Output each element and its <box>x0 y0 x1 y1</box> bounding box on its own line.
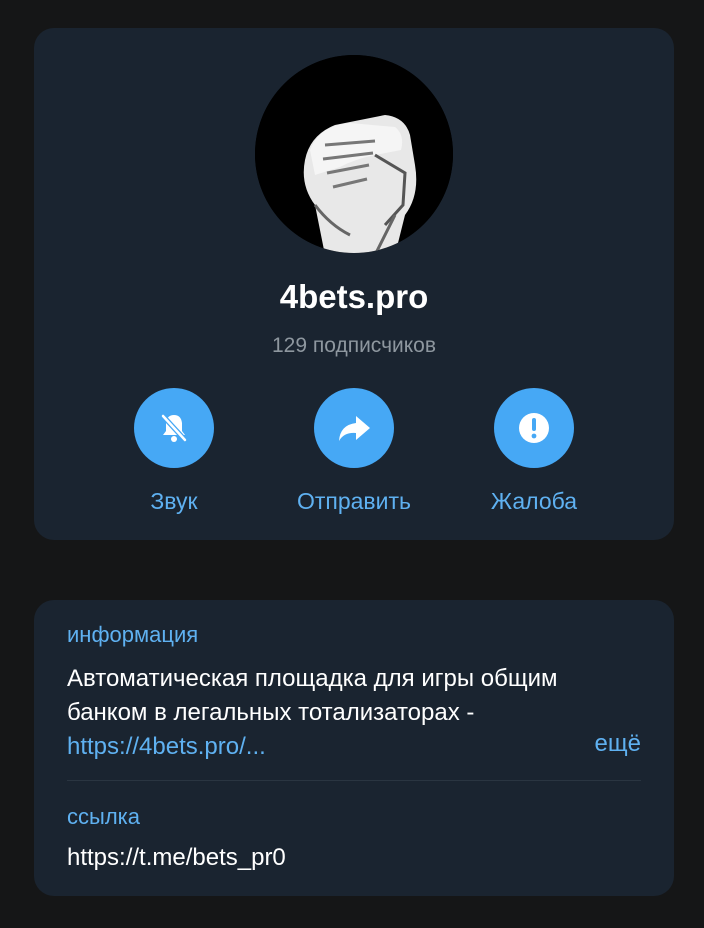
arm-wrestling-hands-icon <box>255 55 453 253</box>
share-arrow-icon <box>339 416 370 441</box>
bell-muted-icon <box>160 413 188 443</box>
share-button-circle[interactable] <box>314 388 394 468</box>
channel-link[interactable]: https://t.me/bets_pr0 <box>67 844 286 872</box>
description-link[interactable]: https://4bets.pro/... <box>67 733 266 760</box>
info-section-label: информация <box>67 622 199 647</box>
channel-description: Автоматическая площадка для игры общим б… <box>67 662 627 764</box>
description-text: Автоматическая площадка для игры общим б… <box>67 665 558 726</box>
share-button-label: Отправить <box>296 488 412 514</box>
channel-avatar[interactable] <box>255 55 453 253</box>
report-button[interactable]: Жалоба <box>444 388 624 515</box>
section-divider <box>67 780 641 781</box>
report-button-circle[interactable] <box>494 388 574 468</box>
channel-profile-card: 4bets.pro 129 подписчиков Звук Отправить <box>34 28 674 540</box>
exclamation-icon <box>519 413 549 443</box>
mute-button[interactable]: Звук <box>84 388 264 515</box>
show-more-button[interactable]: ещё <box>595 730 641 758</box>
share-button[interactable]: Отправить <box>264 388 444 515</box>
mute-button-label: Звук <box>150 488 198 514</box>
channel-title: 4bets.pro <box>279 278 429 315</box>
mute-button-circle[interactable] <box>134 388 214 468</box>
link-section-label: ссылка <box>67 804 140 829</box>
subscriber-count: 129 подписчиков <box>271 334 436 357</box>
report-button-label: Жалоба <box>490 488 578 514</box>
channel-info-card: информация Автоматическая площадка для и… <box>34 600 674 896</box>
